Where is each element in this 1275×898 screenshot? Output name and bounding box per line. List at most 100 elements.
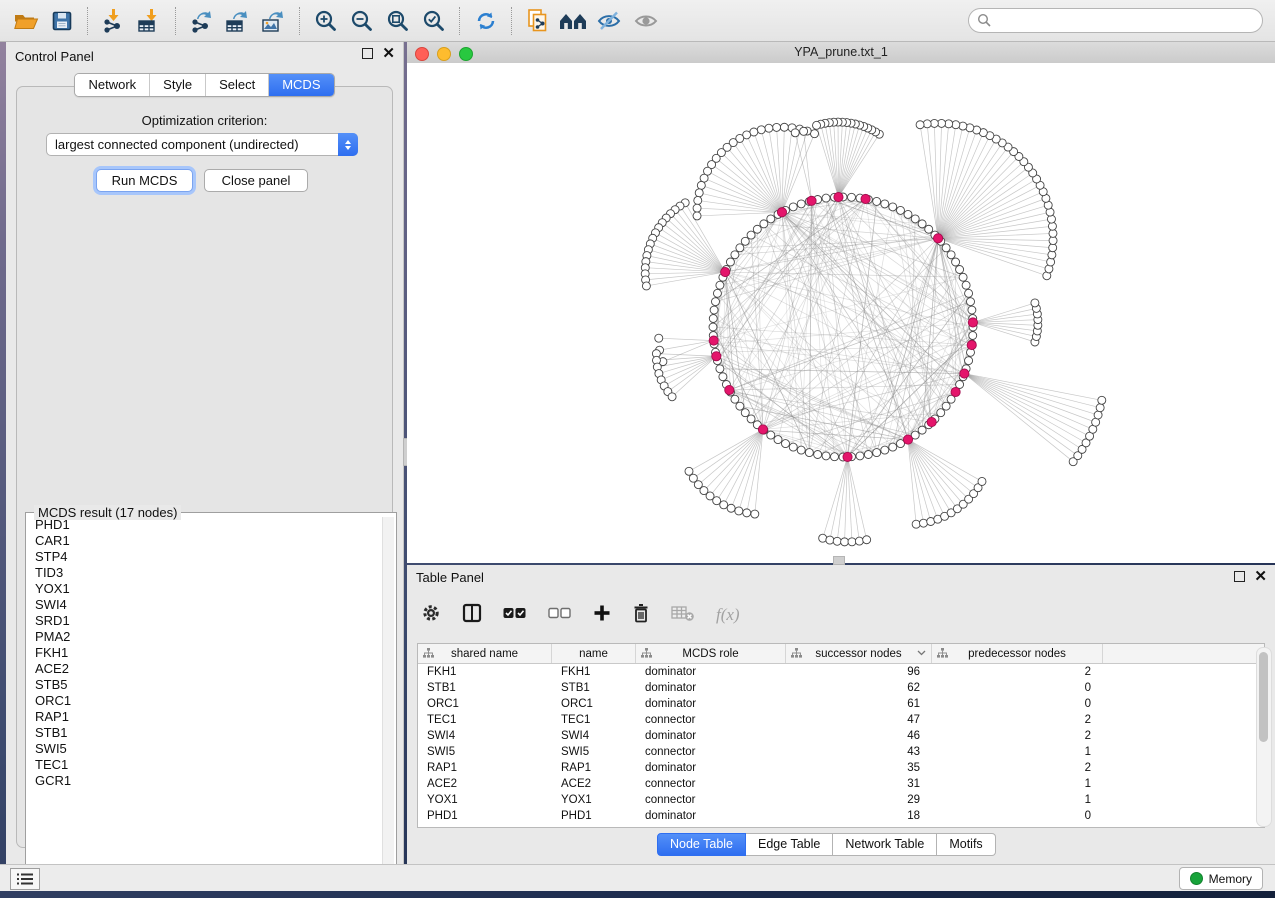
node-table[interactable]: shared namenameMCDS rolesuccessor nodesp… [417,643,1265,828]
zoom-in-button[interactable] [311,6,341,36]
graph-node[interactable] [697,181,705,189]
mcds-hub-node[interactable] [960,369,969,378]
function-builder-button[interactable]: f(x) [716,605,740,625]
mcds-result-item[interactable]: PHD1 [28,517,382,533]
graph-node[interactable] [743,509,751,517]
graph-node[interactable] [757,126,765,134]
graph-node[interactable] [719,373,727,381]
table-row[interactable]: ORC1ORC1dominator610 [418,696,1264,712]
graph-node[interactable] [710,306,718,314]
column-settings-button[interactable] [421,603,441,628]
hide-selected-button[interactable] [595,6,625,36]
graph-node[interactable] [731,251,739,259]
memory-button[interactable]: Memory [1179,867,1263,890]
column-header-shared-name[interactable]: shared name [418,644,552,663]
graph-node[interactable] [830,453,838,461]
graph-node[interactable] [789,443,797,451]
tab-style[interactable]: Style [149,74,205,96]
graph-node[interactable] [1096,404,1104,412]
graph-node[interactable] [911,215,919,223]
graph-node[interactable] [1047,215,1055,223]
graph-node[interactable] [848,193,856,201]
select-all-button[interactable] [503,606,527,625]
zoom-out-button[interactable] [347,6,377,36]
graph-node[interactable] [864,451,872,459]
float-panel-icon[interactable] [1234,571,1245,582]
graph-node[interactable] [855,537,863,545]
graph-node[interactable] [693,212,701,220]
zoom-fit-button[interactable] [383,6,413,36]
graph-node[interactable] [965,289,973,297]
graph-node[interactable] [695,189,703,197]
mcds-hub-node[interactable] [843,452,852,461]
close-panel-icon[interactable]: ✕ [1254,572,1267,581]
mcds-result-item[interactable]: ORC1 [28,693,382,709]
graph-node[interactable] [716,365,724,373]
table-row[interactable]: SWI5SWI5connector431 [418,744,1264,760]
graph-node[interactable] [813,121,821,129]
tab-network[interactable]: Network [75,74,149,96]
graph-node[interactable] [668,393,676,401]
table-row[interactable]: SWI4SWI4dominator462 [418,728,1264,744]
graph-node[interactable] [716,281,724,289]
graph-node[interactable] [978,477,986,485]
graph-node[interactable] [918,426,926,434]
run-mcds-button[interactable]: Run MCDS [96,169,193,192]
mcds-hub-node[interactable] [834,192,843,201]
table-scrollbar[interactable] [1256,647,1272,827]
tab-network-table[interactable]: Network Table [833,833,937,856]
deselect-all-button[interactable] [548,606,572,625]
graph-node[interactable] [956,266,964,274]
graph-node[interactable] [805,449,813,457]
graph-node[interactable] [873,197,881,205]
mcds-result-item[interactable]: CAR1 [28,533,382,549]
import-network-button[interactable] [99,6,129,36]
graph-node[interactable] [810,130,818,138]
graph-node[interactable] [881,446,889,454]
mcds-hub-node[interactable] [758,425,767,434]
graph-node[interactable] [1098,396,1106,404]
mcds-result-item[interactable]: ACE2 [28,661,382,677]
graph-node[interactable] [826,536,834,544]
graph-node[interactable] [694,196,702,204]
graph-node[interactable] [741,237,749,245]
graph-node[interactable] [848,538,856,546]
criterion-dropdown[interactable]: largest connected component (undirected) [46,133,358,156]
table-row[interactable]: PHD1PHD1dominator180 [418,808,1264,824]
column-header-predecessor-nodes[interactable]: predecessor nodes [932,644,1103,663]
graph-node[interactable] [780,123,788,131]
graph-node[interactable] [726,258,734,266]
mcds-result-list[interactable]: PHD1CAR1STP4TID3YOX1SWI4SRD1PMA2FKH1ACE2… [28,517,382,883]
delete-table-button[interactable] [671,604,695,627]
close-panel-button[interactable]: Close panel [204,169,308,192]
mcds-result-item[interactable]: SWI4 [28,597,382,613]
network-graph[interactable] [407,63,1275,563]
horizontal-splitter-handle[interactable] [833,556,845,565]
mcds-hub-node[interactable] [967,340,976,349]
table-scrollbar-thumb[interactable] [1259,652,1268,742]
table-row[interactable]: YOX1YOX1connector291 [418,792,1264,808]
graph-node[interactable] [709,314,717,322]
float-panel-icon[interactable] [362,48,373,59]
mcds-result-item[interactable]: STB5 [28,677,382,693]
graph-node[interactable] [711,298,719,306]
graph-node[interactable] [747,231,755,239]
graph-node[interactable] [760,220,768,228]
mcds-hub-node[interactable] [777,208,786,217]
graph-node[interactable] [642,282,650,290]
graph-node[interactable] [904,210,912,218]
mcds-result-item[interactable]: STB1 [28,725,382,741]
graph-node[interactable] [731,395,739,403]
mcds-result-item[interactable]: RAP1 [28,709,382,725]
graph-node[interactable] [791,129,799,137]
mcds-hub-node[interactable] [712,352,721,361]
graph-node[interactable] [912,520,920,528]
task-history-button[interactable] [10,868,40,890]
tab-edge-table[interactable]: Edge Table [746,833,833,856]
mcds-hub-node[interactable] [861,194,870,203]
mcds-result-item[interactable]: SWI5 [28,741,382,757]
graph-node[interactable] [819,534,827,542]
table-row[interactable]: STB1STB1dominator620 [418,680,1264,696]
delete-column-button[interactable] [632,603,650,628]
graph-node[interactable] [753,225,761,233]
